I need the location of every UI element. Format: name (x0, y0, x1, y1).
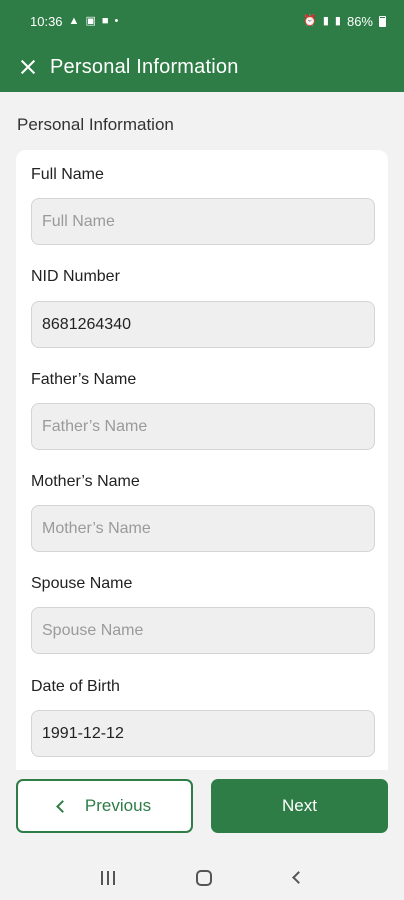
date-of-birth-input[interactable] (31, 710, 375, 757)
previous-label: Previous (84, 796, 152, 815)
full-name-input[interactable] (31, 198, 375, 245)
recent-apps-icon[interactable] (100, 870, 115, 885)
section-title: Personal Information (17, 115, 174, 134)
spouse-name-input[interactable] (31, 607, 375, 654)
next-label: Next (282, 796, 317, 815)
next-button[interactable]: Next (211, 779, 388, 833)
dot-icon: • (114, 14, 119, 27)
page-title: Personal Information (50, 55, 239, 78)
battery-percent: 86% (346, 13, 373, 29)
status-right: ⏰ ▮ ▮ 86% (303, 14, 386, 29)
fathers-name-input[interactable] (31, 403, 375, 450)
date-of-birth-label: Date of Birth (31, 678, 120, 695)
battery-icon (379, 15, 386, 27)
system-nav-bar (0, 855, 404, 900)
home-icon[interactable] (196, 869, 213, 886)
nid-number-input[interactable] (31, 301, 375, 348)
mothers-name-input[interactable] (31, 505, 375, 552)
image-icon: ▣ (85, 14, 96, 27)
close-icon[interactable] (18, 57, 38, 77)
signal-icon-2: ▮ (334, 14, 341, 27)
fathers-name-label: Father’s Name (31, 371, 137, 388)
nid-number-label: NID Number (31, 268, 120, 285)
message-icon: ■ (101, 14, 109, 27)
form-card: Full Name NID Number Father’s Name Mothe… (16, 150, 388, 790)
back-icon[interactable] (292, 871, 306, 884)
full-name-label: Full Name (31, 166, 104, 183)
status-bar: 10:36 ▲ ▣ ■ • ⏰ ▮ ▮ 86% (0, 0, 404, 42)
signal-icon: ▮ (322, 14, 329, 27)
status-time: 10:36 (30, 13, 63, 29)
previous-button[interactable]: Previous (16, 779, 193, 833)
spouse-name-label: Spouse Name (31, 575, 133, 592)
alarm-icon: ⏰ (303, 14, 317, 27)
status-left: 10:36 ▲ ▣ ■ • (30, 14, 118, 29)
notification-icon: ▲ (68, 14, 80, 27)
chevron-left-icon (56, 799, 69, 813)
bottom-bar: Previous Next (0, 770, 404, 854)
mothers-name-label: Mother’s Name (31, 473, 140, 490)
app-bar: Personal Information (0, 42, 404, 92)
